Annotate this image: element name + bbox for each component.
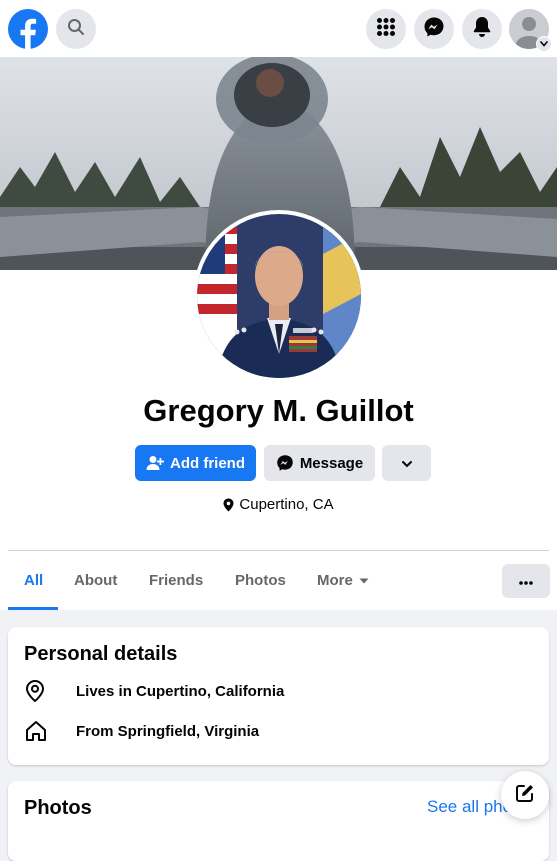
location-pin-icon xyxy=(24,679,64,703)
photos-card: Photos See all photos xyxy=(8,781,549,861)
add-friend-button[interactable]: Add friend xyxy=(135,445,256,481)
profile-name: Gregory M. Guillot xyxy=(143,393,414,428)
tab-label: Friends xyxy=(149,572,204,589)
notifications-button[interactable] xyxy=(462,9,502,49)
profile-tabs: All About Friends Photos More xyxy=(8,551,550,610)
personal-details-card: Personal details Lives in Cupertino, Cal… xyxy=(8,627,549,765)
bell-icon xyxy=(472,16,492,43)
message-label: Message xyxy=(299,454,364,472)
tab-photos[interactable]: Photos xyxy=(219,551,302,610)
detail-lives-in: Lives in Cupertino, California xyxy=(24,677,284,705)
tab-label: All xyxy=(24,572,44,589)
caret-down-icon xyxy=(359,578,369,584)
from-text: From Springfield, Virginia xyxy=(76,722,260,740)
messenger-button[interactable] xyxy=(414,9,454,49)
add-friend-label: Add friend xyxy=(170,454,245,472)
profile-location: Cupertino, CA xyxy=(0,496,557,513)
account-chevron-icon xyxy=(536,36,552,52)
tab-about[interactable]: About xyxy=(58,551,133,610)
compose-icon xyxy=(515,783,535,808)
profile-picture[interactable] xyxy=(193,210,365,382)
add-person-icon xyxy=(146,455,164,471)
location-text: Cupertino, CA xyxy=(239,496,334,513)
more-dots-icon xyxy=(519,572,533,590)
lives-in-text: Lives in Cupertino, California xyxy=(76,682,285,700)
tab-label: Photos xyxy=(235,572,286,589)
tab-label: About xyxy=(74,572,118,589)
active-tab-indicator xyxy=(8,607,58,610)
more-actions-dropdown[interactable] xyxy=(382,445,431,481)
message-button[interactable]: Message xyxy=(264,445,375,481)
tab-label: More xyxy=(317,572,353,589)
home-icon xyxy=(24,719,64,743)
grid-menu-icon xyxy=(376,17,396,42)
messenger-icon xyxy=(423,16,445,43)
tab-friends[interactable]: Friends xyxy=(133,551,219,610)
detail-from: From Springfield, Virginia xyxy=(24,717,259,745)
compose-message-button[interactable] xyxy=(501,771,549,819)
profile-options-button[interactable] xyxy=(502,564,550,598)
search-icon xyxy=(67,18,85,41)
search-button[interactable] xyxy=(56,9,96,49)
location-pin-icon xyxy=(223,498,234,512)
profile-header: Gregory M. Guillot Add friend Message Cu… xyxy=(0,57,557,610)
photos-title: Photos xyxy=(24,797,92,819)
personal-details-title: Personal details xyxy=(24,643,178,665)
menu-button[interactable] xyxy=(366,9,406,49)
top-navigation-bar xyxy=(0,0,557,57)
tab-more[interactable]: More xyxy=(301,551,385,610)
profile-photo-image xyxy=(197,214,361,378)
tab-all[interactable]: All xyxy=(8,551,59,610)
messenger-icon xyxy=(276,454,294,472)
facebook-logo-icon[interactable] xyxy=(8,9,48,49)
chevron-down-icon xyxy=(401,455,413,472)
